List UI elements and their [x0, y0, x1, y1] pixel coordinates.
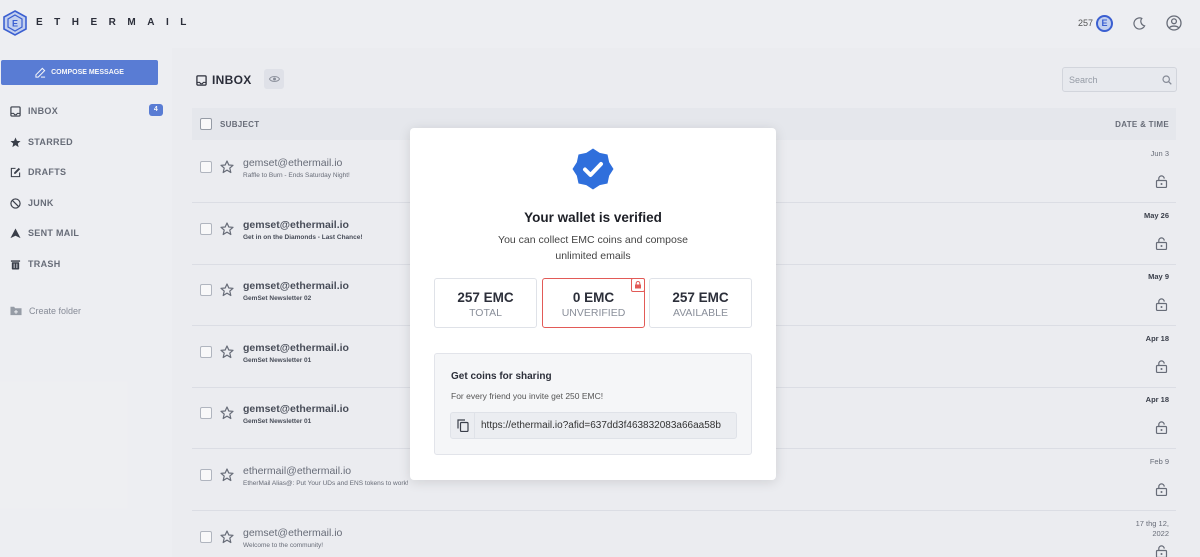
wallet-verified-modal: Your wallet is verified You can collect …: [410, 128, 776, 480]
referral-link-field[interactable]: https://ethermail.io?afid=637dd3f4638320…: [450, 412, 737, 439]
stat-total-label: TOTAL: [469, 307, 502, 319]
share-title: Get coins for sharing: [451, 371, 552, 382]
verified-badge-icon: [572, 148, 614, 190]
modal-title: Your wallet is verified: [524, 210, 662, 225]
stat-unverified-label: UNVERIFIED: [561, 307, 626, 319]
copy-icon: [456, 419, 469, 432]
stat-total-card: 257 EMC TOTAL: [434, 278, 537, 328]
modal-description: You can collect EMC coins and compose un…: [498, 234, 688, 262]
referral-link-text: https://ethermail.io?afid=637dd3f4638320…: [481, 420, 721, 431]
share-description: For every friend you invite get 250 EMC!: [451, 391, 604, 401]
stat-available-label: AVAILABLE: [672, 307, 729, 319]
stat-unverified-card: 0 EMC UNVERIFIED: [542, 278, 645, 328]
stat-total-value: 257 EMC: [457, 290, 514, 305]
share-referral-panel: Get coins for sharing For every friend y…: [434, 353, 752, 455]
stat-unverified-value: 0 EMC: [572, 290, 615, 305]
copy-link-button[interactable]: [451, 413, 475, 438]
stat-available-card: 257 EMC AVAILABLE: [649, 278, 752, 328]
unverified-lock-icon: [631, 278, 645, 292]
stat-available-value: 257 EMC: [672, 290, 729, 305]
